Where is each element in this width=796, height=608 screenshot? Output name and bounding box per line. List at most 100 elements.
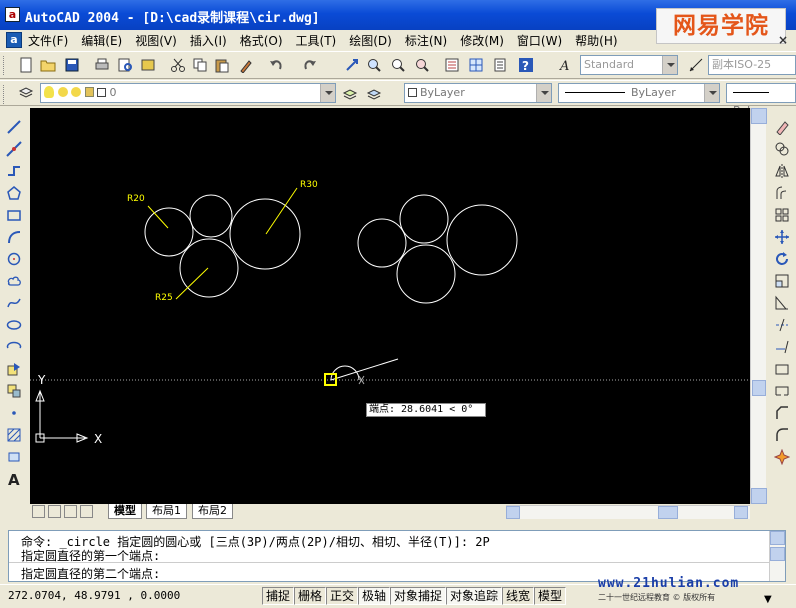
menu-tools[interactable]: 工具(T) [296, 32, 337, 49]
redo-icon[interactable] [300, 55, 320, 75]
lightbulb-icon[interactable] [44, 86, 54, 98]
mirror-icon[interactable] [773, 162, 791, 180]
chevron-down-icon[interactable] [536, 84, 551, 102]
circle-r25[interactable] [179, 238, 239, 298]
layer-previous-icon[interactable] [364, 83, 384, 103]
lineweight-select[interactable]: ByLa [726, 83, 796, 117]
make-object-layer-current-icon[interactable] [340, 83, 360, 103]
scroll-left-arrow-icon[interactable] [506, 506, 520, 519]
region-icon[interactable] [5, 448, 23, 466]
hatch-icon[interactable] [5, 426, 23, 444]
horizontal-scrollbar[interactable] [506, 505, 750, 519]
scroll-up-arrow-icon[interactable] [770, 531, 785, 545]
grid-toggle[interactable]: 栅格 [294, 587, 327, 605]
vertical-scrollbar[interactable] [750, 108, 767, 504]
move-icon[interactable] [773, 228, 791, 246]
lock-icon[interactable] [84, 87, 94, 97]
last-tab-icon[interactable] [80, 505, 93, 518]
explode-icon[interactable] [773, 448, 791, 466]
ellipse-icon[interactable] [5, 316, 23, 334]
linetype-select[interactable]: ByLayer [558, 83, 720, 103]
menu-window[interactable]: 窗口(W) [517, 32, 562, 49]
tab-layout2[interactable]: 布局2 [192, 504, 233, 519]
layer-select[interactable]: 0 [40, 83, 336, 103]
sun-icon[interactable] [57, 87, 68, 97]
properties-icon[interactable] [442, 55, 462, 75]
circle-b2[interactable] [399, 194, 449, 244]
copy-icon[interactable] [190, 55, 210, 75]
menu-modify[interactable]: 修改(M) [460, 32, 504, 49]
publish-icon[interactable] [138, 55, 158, 75]
prev-tab-icon[interactable] [48, 505, 61, 518]
menu-edit[interactable]: 编辑(E) [81, 32, 122, 49]
paste-icon[interactable] [212, 55, 232, 75]
toolbar-grip[interactable] [3, 85, 6, 104]
drawing-canvas[interactable]: R20 R30 R25 Y X 端点: 28.6041 < 0° [30, 108, 750, 504]
coordinate-readout[interactable]: 272.0704, 48.9791 , 0.0000 [8, 589, 180, 602]
ellipse-arc-icon[interactable] [5, 338, 23, 356]
menu-help[interactable]: 帮助(H) [575, 32, 617, 49]
match-properties-icon[interactable] [236, 55, 256, 75]
next-tab-icon[interactable] [64, 505, 77, 518]
model-toggle[interactable]: 模型 [534, 587, 567, 605]
chamfer-icon[interactable] [773, 404, 791, 422]
design-center-icon[interactable] [466, 55, 486, 75]
save-icon[interactable] [62, 55, 82, 75]
viewport-sun-icon[interactable] [71, 87, 81, 97]
cut-icon[interactable] [168, 55, 188, 75]
lineweight-toggle[interactable]: 线宽 [502, 587, 535, 605]
new-file-icon[interactable] [16, 55, 36, 75]
break-icon[interactable] [773, 382, 791, 400]
menu-insert[interactable]: 插入(I) [190, 32, 227, 49]
circle-b1[interactable] [357, 218, 407, 268]
toolbar-grip[interactable] [3, 56, 6, 75]
polar-toggle[interactable]: 极轴 [358, 587, 391, 605]
osnap-toggle[interactable]: 对象捕捉 [390, 587, 447, 605]
make-block-icon[interactable] [5, 382, 23, 400]
color-select[interactable]: ByLayer [404, 83, 552, 103]
pan-realtime-icon[interactable] [342, 55, 362, 75]
logo-close-icon[interactable]: × [778, 33, 788, 47]
text-style-icon[interactable]: A [556, 55, 576, 75]
menu-draw[interactable]: 绘图(D) [349, 32, 392, 49]
point-icon[interactable] [5, 404, 23, 422]
status-menu-arrow-icon[interactable]: ▼ [764, 594, 772, 605]
trim-icon[interactable] [773, 316, 791, 334]
chevron-down-icon[interactable] [704, 84, 719, 102]
revision-cloud-icon[interactable] [5, 272, 23, 290]
autocad-app-icon[interactable]: a [5, 7, 20, 22]
scale-icon[interactable] [773, 272, 791, 290]
stretch-icon[interactable] [773, 294, 791, 312]
scroll-right-arrow-icon[interactable] [734, 506, 748, 519]
layer-manager-icon[interactable] [16, 83, 36, 103]
undo-icon[interactable] [266, 55, 286, 75]
scroll-thumb[interactable] [752, 380, 766, 396]
hscroll-thumb[interactable] [658, 506, 678, 519]
scroll-down-arrow-icon[interactable] [770, 547, 785, 561]
array-icon[interactable] [773, 206, 791, 224]
multiline-text-icon[interactable]: A [5, 470, 23, 488]
fillet-icon[interactable] [773, 426, 791, 444]
erase-icon[interactable] [773, 118, 791, 136]
command-prompt[interactable]: 指定圆直径的第二个端点: [21, 565, 160, 582]
text-style-select[interactable]: Standard [580, 55, 678, 75]
construction-line-icon[interactable] [5, 140, 23, 158]
spline-icon[interactable] [5, 294, 23, 312]
chevron-down-icon[interactable] [320, 84, 335, 102]
offset-icon[interactable] [773, 184, 791, 202]
menu-format[interactable]: 格式(O) [240, 32, 283, 49]
print-icon[interactable] [92, 55, 112, 75]
chevron-down-icon[interactable] [662, 56, 677, 74]
polygon-icon[interactable] [5, 184, 23, 202]
circle-r30[interactable] [229, 198, 301, 270]
break-at-point-icon[interactable] [773, 360, 791, 378]
menu-view[interactable]: 视图(V) [135, 32, 177, 49]
otrack-toggle[interactable]: 对象追踪 [446, 587, 503, 605]
ortho-toggle[interactable]: 正交 [326, 587, 359, 605]
menu-file[interactable]: 文件(F) [28, 32, 68, 49]
polyline-icon[interactable] [5, 162, 23, 180]
circle-r20[interactable] [144, 207, 194, 257]
document-menu-icon[interactable]: a [6, 32, 22, 48]
circle-icon[interactable] [5, 250, 23, 268]
scroll-up-arrow-icon[interactable] [751, 108, 767, 124]
